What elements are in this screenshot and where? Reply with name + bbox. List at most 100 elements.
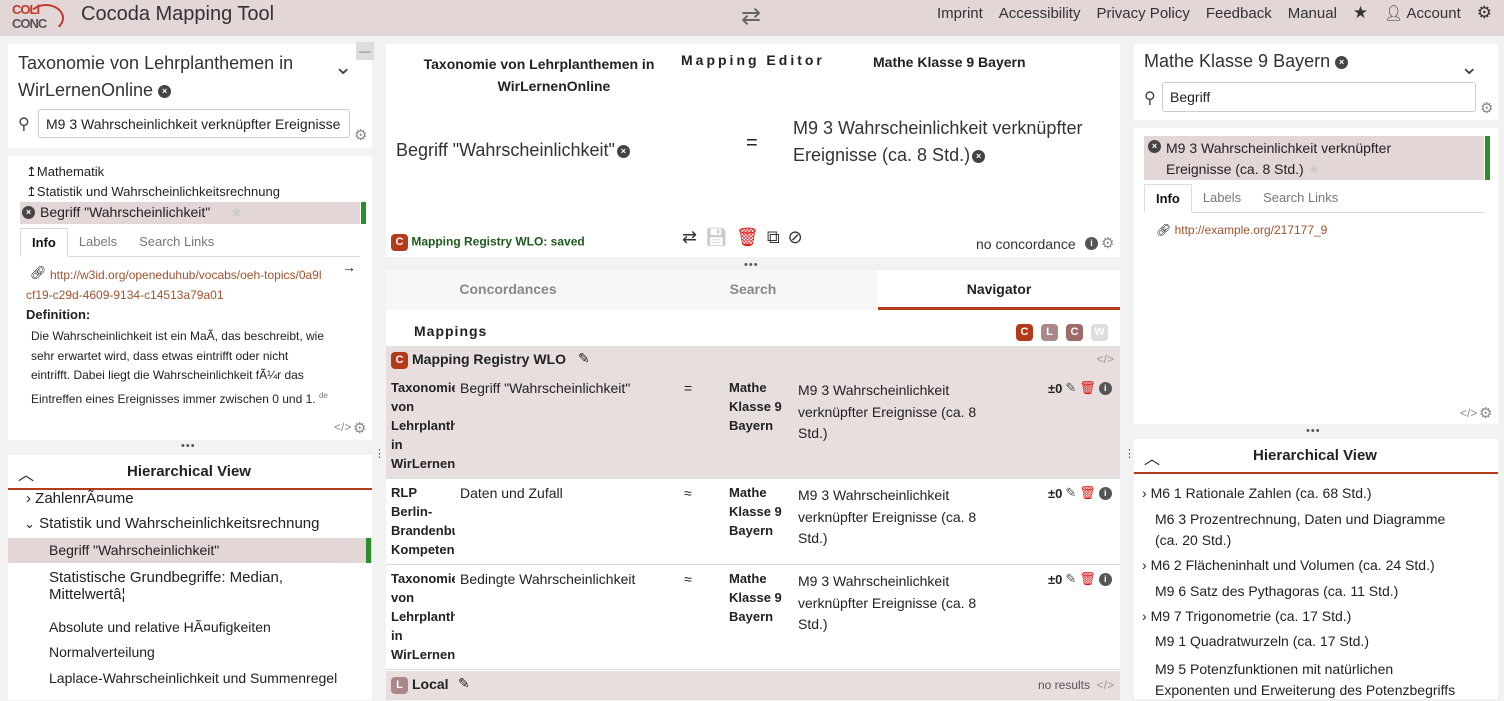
mapping-info-icon[interactable]: i <box>1098 572 1112 586</box>
tab-search[interactable]: Search <box>630 270 876 310</box>
resize-handle[interactable]: ••• <box>1306 425 1321 437</box>
edit-pencil-icon[interactable]: ✎ <box>458 675 470 692</box>
chevron-right-icon[interactable]: › <box>1142 485 1147 501</box>
definition-label: Definition: <box>26 307 91 322</box>
favorite-star-icon[interactable]: ★ <box>1308 161 1321 177</box>
tree-item[interactable]: Statistische Grundbegriffe: Median, Mitte… <box>49 569 283 603</box>
favorite-star-icon[interactable]: ★ <box>230 203 243 221</box>
account-menu[interactable]: 👤︎ Account <box>1384 4 1461 22</box>
clear-scheme-icon[interactable]: × <box>158 84 172 98</box>
remove-source-icon[interactable]: × <box>616 144 630 158</box>
left-search-input[interactable] <box>38 109 350 138</box>
chevron-down-icon[interactable]: ⌄ <box>24 516 35 531</box>
registry-filter-l[interactable]: L <box>1041 324 1058 341</box>
ancestor-mathematik[interactable]: ↥Mathematik <box>26 164 104 180</box>
tab-navigator[interactable]: Navigator <box>878 270 1120 310</box>
clone-icon[interactable]: ⧉ <box>767 227 780 248</box>
right-search-input[interactable] <box>1162 82 1476 112</box>
tab-labels[interactable]: Labels <box>1192 184 1252 212</box>
swap-icon[interactable]: ⇄ <box>682 227 697 248</box>
remove-target-icon[interactable]: × <box>972 149 986 163</box>
chevron-down-icon[interactable]: ⌄ <box>1460 54 1478 80</box>
clear-scheme-icon[interactable]: × <box>1335 55 1349 69</box>
tree-item-selected[interactable]: Begriff "Wahrscheinlichkeit" <box>8 538 372 563</box>
favorites-star-icon[interactable]: ★ <box>1353 3 1368 23</box>
left-scheme-title[interactable]: Taxonomie von Lehrplanthemen in WirLerne… <box>18 50 328 104</box>
selected-concept[interactable]: × M9 3 Wahrscheinlichkeit verknüpfter Ere… <box>1144 136 1490 180</box>
code-icon[interactable]: </> <box>1097 352 1114 366</box>
tab-info[interactable]: Info <box>1144 184 1192 213</box>
nav-accessibility[interactable]: Accessibility <box>999 5 1081 22</box>
code-icon[interactable]: </> <box>1097 678 1114 692</box>
edit-mapping-icon[interactable]: ✎ <box>1065 571 1076 587</box>
tree-item[interactable]: › M9 7 Trigonometrie (ca. 17 Std.) <box>1142 608 1351 624</box>
clear-icon[interactable]: ⊘ <box>788 227 803 248</box>
edit-mapping-icon[interactable]: ✎ <box>1065 380 1076 396</box>
edit-mapping-icon[interactable]: ✎ <box>1065 485 1076 501</box>
code-icon[interactable]: </> <box>1460 406 1477 420</box>
relation-type[interactable]: = <box>746 132 758 155</box>
tree-item[interactable]: › M6 1 Rationale Zahlen (ca. 68 Std.) <box>1142 485 1372 501</box>
tab-search-links[interactable]: Search Links <box>128 228 225 256</box>
selected-concept[interactable]: × Begriff "Wahrscheinlichkeit" ★ <box>20 202 366 224</box>
detail-settings-gear-icon[interactable]: ⚙ <box>353 419 366 437</box>
table-row[interactable]: RLP Berlin- Brandenbu Kompeten Daten und Zu… <box>386 479 1120 565</box>
nav-manual[interactable]: Manual <box>1288 5 1337 22</box>
tree-item[interactable]: M9 1 Quadratwurzeln (ca. 17 Std.) <box>1155 633 1369 649</box>
tab-labels[interactable]: Labels <box>68 228 128 256</box>
app-logo[interactable]: COLi CONC <box>8 2 64 34</box>
tab-info[interactable]: Info <box>20 228 68 257</box>
mapping-info-icon[interactable]: i <box>1098 381 1112 395</box>
mapping-info-icon[interactable]: i <box>1098 486 1112 500</box>
deselect-icon[interactable]: × <box>1148 140 1161 153</box>
tab-search-links[interactable]: Search Links <box>1252 184 1349 212</box>
tree-item[interactable]: ⌄ Statistik und Wahrscheinlichkeitsrechn… <box>24 515 320 532</box>
swap-schemes-icon[interactable]: ⇄ <box>741 2 761 31</box>
chevron-right-icon[interactable]: › <box>1142 557 1147 573</box>
chevron-right-icon[interactable]: › <box>1142 608 1147 624</box>
delete-mapping-icon[interactable]: 🗑︎ <box>1079 485 1096 501</box>
save-icon[interactable]: 💾︎ <box>705 227 728 248</box>
open-link-arrow-icon[interactable]: → <box>342 259 356 275</box>
vertical-resize-handle[interactable]: ⋮ <box>374 449 385 460</box>
search-settings-gear-icon[interactable]: ⚙ <box>1480 99 1493 117</box>
chevron-down-icon[interactable]: ⌄ <box>334 54 352 80</box>
registry-filter-c2[interactable]: C <box>1066 324 1083 341</box>
target-concept[interactable]: M9 3 Wahrscheinlichkeit verknüpfter Erei… <box>793 115 1113 169</box>
search-settings-gear-icon[interactable]: ⚙ <box>354 126 367 144</box>
ancestor-statistik[interactable]: ↥Statistik und Wahrscheinlichkeitsrechnu… <box>26 184 280 200</box>
nav-imprint[interactable]: Imprint <box>937 5 983 22</box>
tree-item[interactable]: M9 6 Satz des Pythagoras (ca. 11 Std.) <box>1155 583 1398 599</box>
edit-pencil-icon[interactable]: ✎ <box>578 350 590 367</box>
table-row[interactable]: Taxonomie von Lehrplanth in WirLernen Beding… <box>386 565 1120 670</box>
tree-item[interactable]: Laplace-Wahrscheinlichkeit und Summenreg… <box>49 670 337 687</box>
tab-concordances[interactable]: Concordances <box>386 270 630 310</box>
delete-mapping-icon[interactable]: 🗑︎ <box>1079 571 1096 587</box>
chevron-right-icon[interactable]: › <box>26 490 31 507</box>
tree-item[interactable]: › M6 2 Flächeninhalt und Volumen (ca. 24… <box>1142 557 1435 573</box>
tree-item[interactable]: M6 3 Prozentrechnung, Daten und Diagramm… <box>1155 509 1445 551</box>
code-icon[interactable]: </> <box>334 420 351 434</box>
right-scheme-title[interactable]: Mathe Klasse 9 Bayern × <box>1144 51 1349 72</box>
minimize-button[interactable]: — <box>356 42 374 60</box>
tree-item[interactable]: Normalverteilung <box>49 644 155 661</box>
delete-icon[interactable]: 🗑︎ <box>736 227 759 248</box>
delete-mapping-icon[interactable]: 🗑︎ <box>1079 380 1096 396</box>
detail-settings-gear-icon[interactable]: ⚙ <box>1479 404 1492 422</box>
source-concept[interactable]: Begriff "Wahrscheinlichkeit" × <box>396 140 630 161</box>
info-icon[interactable]: i <box>1085 237 1098 250</box>
table-row[interactable]: Taxonomie von Lehrplanth in WirLernen Begrif… <box>386 374 1120 479</box>
settings-gear-icon[interactable]: ⚙ <box>1477 3 1492 23</box>
registry-filter-c[interactable]: C <box>1016 324 1033 341</box>
nav-privacy[interactable]: Privacy Policy <box>1096 5 1189 22</box>
concept-uri-link[interactable]: 🔗︎ http://example.org/217177_9 <box>1156 223 1327 237</box>
nav-feedback[interactable]: Feedback <box>1206 5 1272 22</box>
vertical-resize-handle[interactable]: ⋮ <box>1124 449 1135 460</box>
registry-filter-w[interactable]: W <box>1091 324 1108 341</box>
resize-handle[interactable]: ••• <box>181 440 196 452</box>
deselect-icon[interactable]: × <box>22 206 35 219</box>
editor-settings-gear-icon[interactable]: ⚙ <box>1101 234 1114 252</box>
tree-item[interactable]: › ZahlenrÃ¤ume <box>26 490 134 507</box>
tree-item[interactable]: Absolute und relative HÃ¤ufigkeiten <box>49 619 271 636</box>
concept-uri-link[interactable]: http://w3id.org/openeduhub/vocabs/oeh-to… <box>26 265 344 305</box>
